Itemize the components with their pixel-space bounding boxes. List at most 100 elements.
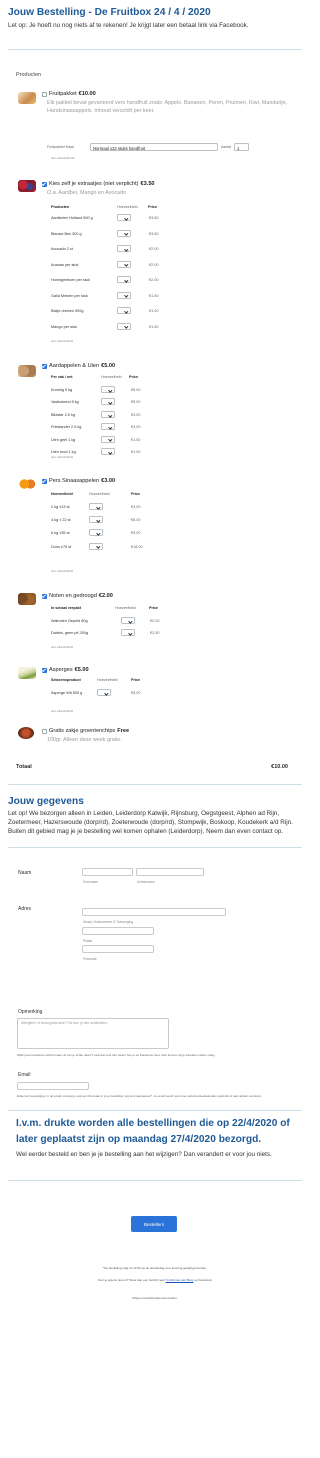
plaats-input[interactable] xyxy=(82,927,154,935)
asperges-checkbox[interactable] xyxy=(42,667,47,673)
fruitpakket-qty-select[interactable]: 1 xyxy=(234,143,249,151)
col-header: In schaal verpakt xyxy=(51,606,81,610)
facebook-contact-link[interactable]: Yorrick van den Burg xyxy=(166,1278,194,1282)
divider xyxy=(8,1110,302,1111)
fruitpakket-qty-value: 1 xyxy=(237,145,240,151)
product-name: Walnoten Gepeld 80g xyxy=(51,619,88,623)
quantity-select[interactable] xyxy=(101,398,115,406)
quantity-select[interactable] xyxy=(121,629,135,636)
product-name: Galia Meloen per stuk xyxy=(51,293,88,298)
quantity-select[interactable] xyxy=(121,617,135,624)
quantity-select[interactable] xyxy=(117,307,131,314)
aardappelen-row: Kruimig 5 kg €5.00 xyxy=(51,386,191,394)
product-name: Blauwe Bes 300 g xyxy=(51,231,82,236)
product-name: Doos ±75 st xyxy=(51,544,72,549)
gegevens-intro: Let op! We bezorgen alleen in Leiden, Le… xyxy=(8,810,293,836)
aardappelen-row: Frieslander 2.5 kg €3.00 xyxy=(51,423,191,431)
quantity-select[interactable] xyxy=(89,542,103,550)
quantity-select[interactable] xyxy=(89,529,103,537)
product-name: Ananas per stuk xyxy=(51,262,79,267)
fruitpakket-price: €10.00 xyxy=(78,91,96,97)
product-price: €5.00 xyxy=(131,691,141,695)
noten-price: €2.00 xyxy=(98,593,113,599)
extraatjes-checkbox[interactable] xyxy=(42,181,47,187)
divider xyxy=(8,847,302,848)
asperges-name: Asperges xyxy=(49,667,73,673)
groentenchips-checkbox[interactable] xyxy=(42,728,47,734)
noten-image xyxy=(18,593,36,605)
col-header: Per zak / net xyxy=(51,375,73,379)
col-header: Hoeveelheid xyxy=(97,678,118,682)
quantity-select[interactable] xyxy=(117,214,131,221)
product-price: €5.00 xyxy=(131,400,141,405)
product-price: €1.50 xyxy=(131,450,141,454)
aardappelen-checkbox[interactable] xyxy=(42,363,47,369)
product-name: 2 kg ±13 st xyxy=(51,505,70,509)
noten-table-header: In schaal verpakt Hoeveelheid Price xyxy=(51,606,181,610)
quantity-select[interactable] xyxy=(101,435,115,443)
divider xyxy=(8,49,302,50)
quantity-select[interactable] xyxy=(117,276,131,283)
extraatjes-row: Bakje druiven 500g €1.00 xyxy=(51,307,191,315)
quantity-select[interactable] xyxy=(101,386,115,393)
footer-contact-text: Kom je ergens niet uit? Stuur dan een be… xyxy=(97,1278,166,1282)
quantity-select[interactable] xyxy=(117,260,131,268)
product-price: €1.50 xyxy=(149,324,159,329)
quantity-select[interactable] xyxy=(117,291,131,299)
aardappelen-header: Aardappelen & Uien €5.00 xyxy=(42,363,115,369)
quantity-select[interactable] xyxy=(101,448,115,455)
product-name: Uien geel 1 kg xyxy=(51,437,76,442)
sinaasappelen-header: Pers Sinaasappelen €3.00 xyxy=(42,478,115,484)
fruitpakket-size-select[interactable]: Normaal x22 stuks handfruit xyxy=(90,143,218,151)
product-price: €2.00 xyxy=(149,247,159,251)
col-header: Hoeveelheid xyxy=(89,492,110,496)
product-name: Frieslander 2.5 kg xyxy=(51,425,82,430)
col-header: Hoeveelheid xyxy=(117,205,138,209)
straat-input[interactable] xyxy=(82,908,226,916)
submit-button[interactable]: Bestellen! xyxy=(131,1216,177,1232)
col-header: Producten xyxy=(51,205,70,209)
quantity-select[interactable] xyxy=(117,322,131,330)
sinaasappelen-row: 6 kg ±35 st €9.00 xyxy=(51,529,191,537)
product-name: 6 kg ±35 st xyxy=(51,531,70,536)
quantity-select[interactable] xyxy=(101,410,115,418)
groentenchips-header: Gratis zakje groentenchips Free xyxy=(42,728,129,734)
aardappelen-row: Uien geel 1 kg €1.50 xyxy=(51,435,191,444)
noten-header: Noten en gedroogd €2.00 xyxy=(42,593,113,599)
straat-sublabel: Straat, Huisnummer & Toevoeging xyxy=(83,920,134,924)
product-price: €3.00 xyxy=(131,425,141,430)
product-name: Mango per stuk xyxy=(51,324,78,329)
email-label: Email xyxy=(18,1072,31,1078)
email-input[interactable] xyxy=(17,1082,89,1090)
product-price: €3.50 xyxy=(149,216,159,220)
notice-title: I.v.m. drukte worden alle bestellingen d… xyxy=(16,1118,290,1145)
header-intro: Let op: Je hoeft nu nog niets af te reke… xyxy=(8,22,249,29)
quantity-select[interactable] xyxy=(117,229,131,237)
quantity-select[interactable] xyxy=(89,503,103,510)
quantity-select[interactable] xyxy=(101,423,115,431)
quantity-select[interactable] xyxy=(117,245,131,252)
noten-row: Dadels, geen pit 250g €2.50 xyxy=(51,629,191,637)
voornaam-input[interactable] xyxy=(82,868,133,876)
product-name: Bakje druiven 500g xyxy=(51,309,84,313)
fruitpakket-image xyxy=(18,92,36,104)
postcode-input[interactable] xyxy=(82,945,154,953)
product-price: €9.00 xyxy=(131,531,141,536)
sinaasappelen-checkbox[interactable] xyxy=(42,478,47,484)
sinaasappelen-table-header: Hoeveelheid Hoeveelheid Price xyxy=(51,492,161,496)
achternaam-input[interactable] xyxy=(136,868,204,876)
opmerking-textarea[interactable]: Allergieën of bezorginstructie? Die kun … xyxy=(17,1018,169,1049)
asperges-header: Asperges €5.00 xyxy=(42,667,89,673)
quantity-select[interactable] xyxy=(97,689,111,696)
aardappelen-image xyxy=(18,365,36,377)
product-price: €18.00 xyxy=(131,544,143,549)
quantity-select[interactable] xyxy=(89,516,103,524)
product-name: Asperge Wit 500 g xyxy=(51,691,83,695)
col-header: Hoeveelheid xyxy=(101,375,122,379)
asperges-price: €5.00 xyxy=(74,667,89,673)
product-price: €1.00 xyxy=(149,309,159,313)
product-price: €1.50 xyxy=(131,437,141,442)
groentenchips-price: Free xyxy=(117,728,130,734)
noten-checkbox[interactable] xyxy=(42,593,47,599)
fruitpakket-checkbox[interactable] xyxy=(42,91,47,97)
